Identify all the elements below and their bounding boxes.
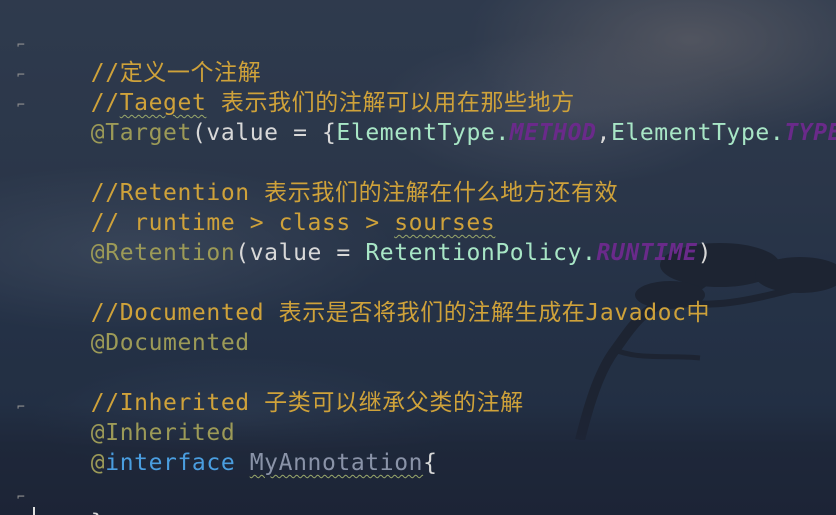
code-line-1[interactable]: //定义一个注解 — [33, 28, 261, 86]
enum-constant: METHOD — [509, 120, 597, 146]
class-ref: RetentionPolicy. — [365, 240, 597, 266]
code-text: (value = — [235, 240, 366, 266]
code-text: ) — [697, 240, 713, 266]
class-ref: ElementType. — [336, 120, 510, 146]
keyword-interface: interface — [105, 450, 236, 476]
code-line-9[interactable]: //Documented 表示是否将我们的注解生成在Javadoc中 — [33, 268, 710, 326]
code-text: , — [596, 120, 611, 146]
code-line-7[interactable]: @Retention(value = RetentionPolicy.RUNTI… — [33, 208, 712, 266]
annotation-retention: @Retention — [90, 240, 236, 266]
code-text: (value = { — [191, 120, 337, 146]
code-line-12[interactable]: //Inherited 子类可以继承父类的注解 — [33, 358, 524, 416]
code-line-13[interactable]: @Inherited — [33, 388, 235, 446]
class-ref: ElementType. — [610, 120, 785, 146]
fold-marker-icon[interactable]: ⌐ — [17, 400, 25, 415]
code-line-5[interactable]: //Retention 表示我们的注解在什么地方还有效 — [33, 148, 618, 206]
fold-marker-icon[interactable]: ⌐ — [17, 490, 25, 505]
fold-marker-icon[interactable]: ⌐ — [17, 98, 25, 113]
code-line-6[interactable]: // runtime > class > sourses — [33, 178, 495, 236]
annotation-at: @ — [90, 450, 106, 476]
code-line-2[interactable]: //Taeget 表示我们的注解可以用在那些地方 — [33, 58, 575, 116]
text-cursor — [33, 507, 35, 515]
annotation-target: @Target — [90, 120, 192, 146]
code-line-3[interactable]: @Target(value = {ElementType.METHOD,Elem… — [33, 88, 836, 146]
enum-constant: TYPE — [784, 120, 836, 146]
annotation-documented: @Documented — [90, 330, 250, 356]
code-text: { — [423, 450, 438, 476]
type-name: MyAnnotation — [249, 450, 424, 476]
code-line-10[interactable]: @Documented — [33, 298, 250, 356]
fold-marker-icon[interactable]: ⌐ — [17, 38, 25, 53]
closing-brace: } — [91, 510, 105, 515]
enum-constant: RUNTIME — [596, 240, 698, 266]
code-line-14[interactable]: @interface MyAnnotation{ — [33, 418, 438, 476]
code-line-16[interactable]: } — [33, 478, 105, 515]
fold-marker-icon[interactable]: ⌐ — [17, 68, 25, 83]
